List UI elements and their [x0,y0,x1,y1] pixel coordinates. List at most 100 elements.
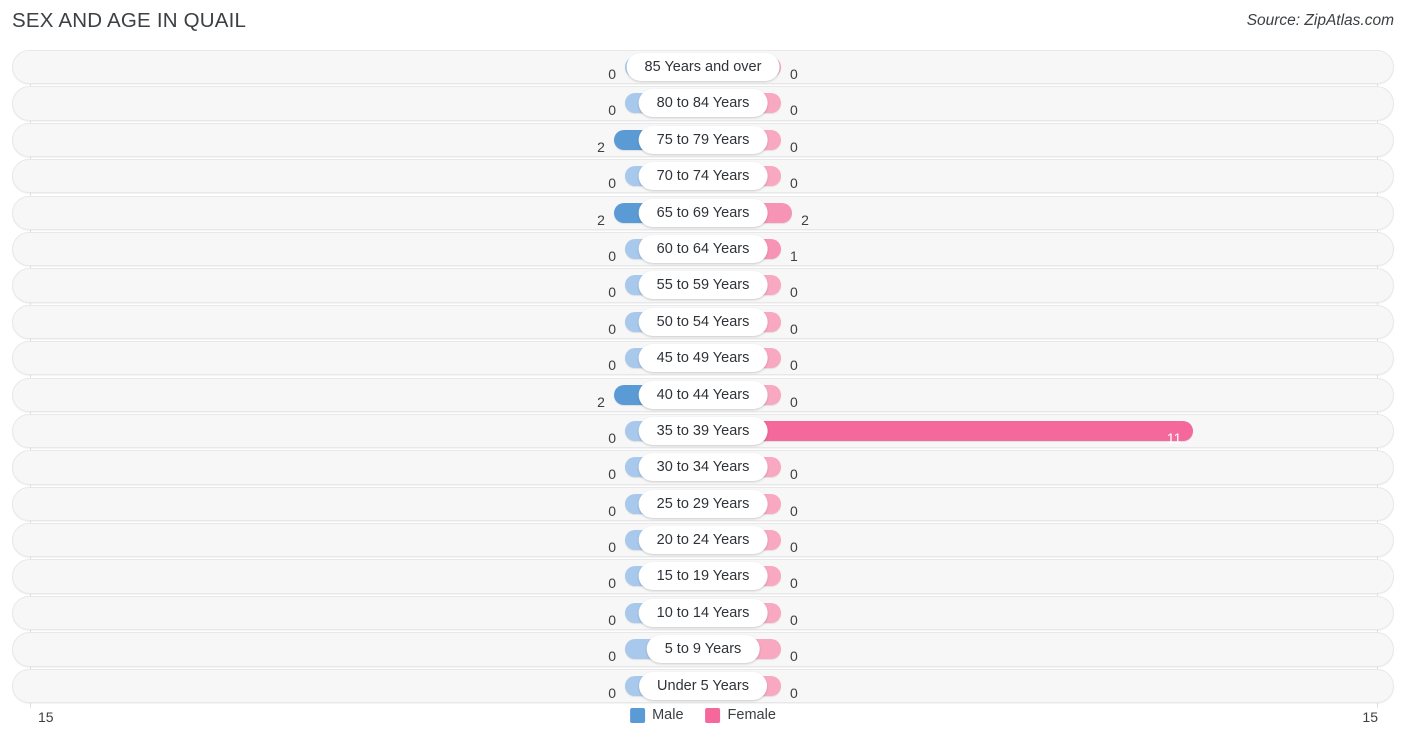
source-attribution: Source: ZipAtlas.com [1246,12,1394,29]
age-group-label: 10 to 14 Years [638,598,768,627]
age-group-row: 0 0 25 to 29 Years [0,486,1406,521]
female-bar-track: 0 [703,675,1371,701]
age-group-label: 85 Years and over [626,53,780,81]
female-bar-track: 0 [703,129,1371,155]
male-bar-track: 0 [35,602,703,628]
male-value-label: 0 [608,429,616,446]
male-color-swatch [630,707,646,723]
male-bar-track: 0 [35,166,703,191]
age-group-row: 0 0 80 to 84 Years [0,86,1406,121]
age-group-row: 0 1 60 to 64 Years [0,231,1406,267]
male-bar-track: 0 [35,238,703,264]
female-value-label: 0 [790,611,798,628]
female-bar-track: 0 [703,566,1371,591]
age-group-row: 0 0 85 Years and over [0,50,1406,85]
male-value-label: 2 [597,211,605,228]
chart-page: SEX AND AGE IN QUAIL Source: ZipAtlas.co… [0,0,1406,741]
legend-item-male[interactable]: Male [630,707,684,723]
axis-max-left: 15 [38,709,54,725]
male-bar-track: 0 [35,311,703,337]
age-group-label: 55 to 59 Years [638,271,768,300]
female-bar-track: 0 [703,166,1371,191]
female-value-label: 0 [790,175,798,192]
female-bar-track: 0 [703,93,1371,118]
male-value-label: 0 [608,320,616,337]
male-bar-track: 0 [35,457,703,482]
male-value-label: 0 [608,66,616,82]
male-bar-track: 0 [35,639,703,664]
female-value-label: 11 [1166,429,1182,446]
male-bar-track: 0 [35,675,703,701]
axis-max-right: 15 [1362,709,1378,725]
male-value-label: 0 [608,611,616,628]
male-value-label: 0 [608,684,616,701]
female-bar-track: 0 [703,457,1371,482]
age-group-row: 2 0 40 to 44 Years [0,377,1406,412]
age-group-row: 2 2 65 to 69 Years [0,195,1406,230]
legend-label-female: Female [727,707,776,723]
male-bar-track: 0 [35,57,703,82]
age-group-label: 25 to 29 Years [638,489,768,518]
male-bar-track: 0 [35,420,703,446]
male-value-label: 0 [608,502,616,519]
age-group-label: 75 to 79 Years [638,125,768,154]
male-value-label: 0 [608,175,616,192]
male-value-label: 0 [608,284,616,301]
female-bar-track: 11 [703,420,1371,446]
age-group-label: 40 to 44 Years [638,380,768,409]
age-group-label: 65 to 69 Years [638,198,768,227]
female-bar-track: 0 [703,311,1371,337]
age-group-row: 0 0 10 to 14 Years [0,595,1406,631]
age-group-label: 60 to 64 Years [638,234,768,263]
male-value-label: 0 [608,575,616,592]
female-bar-track: 0 [703,384,1371,410]
male-bar-track: 0 [35,275,703,300]
age-group-row: 0 0 50 to 54 Years [0,304,1406,340]
female-value-label: 0 [790,575,798,592]
age-group-label: 5 to 9 Years [646,635,760,664]
page-title: SEX AND AGE IN QUAIL [12,9,247,32]
female-value-label: 0 [790,502,798,519]
male-bar-track: 2 [35,202,703,228]
legend-item-female[interactable]: Female [705,707,776,723]
age-group-row: 0 0 15 to 19 Years [0,559,1406,594]
age-group-row: 0 0 20 to 24 Years [0,523,1406,558]
female-value-label: 0 [790,138,798,155]
male-bar-track: 2 [35,384,703,410]
female-bar-track: 0 [703,57,1371,82]
male-value-label: 0 [608,357,616,374]
age-group-row: 0 0 30 to 34 Years [0,450,1406,485]
age-group-row: 0 0 Under 5 Years [0,668,1406,703]
age-group-row: 0 0 55 to 59 Years [0,268,1406,303]
female-value-label: 0 [790,648,798,665]
male-bar-track: 0 [35,493,703,519]
male-value-label: 0 [608,102,616,119]
female-value-label: 2 [801,211,809,228]
male-bar-track: 0 [35,93,703,118]
chart-rows: 0 0 85 Years and over 0 0 80 to 84 Years 2 0 75 … [0,50,1406,705]
female-value-label: 0 [790,320,798,337]
female-value-label: 0 [790,66,798,82]
age-group-row: 0 0 70 to 74 Years [0,159,1406,194]
age-group-label: 20 to 24 Years [638,526,768,555]
female-bar-track: 0 [703,530,1371,555]
male-bar-track: 0 [35,348,703,373]
female-value-label: 0 [790,393,798,410]
female-bar[interactable] [703,420,1193,441]
female-bar-track: 0 [703,348,1371,373]
female-color-swatch [705,707,721,723]
female-value-label: 0 [790,466,798,483]
age-group-label: 80 to 84 Years [638,89,768,118]
male-bar-track: 2 [35,129,703,155]
population-pyramid-plot: 0 0 85 Years and over 0 0 80 to 84 Years 2 0 75 … [0,50,1406,708]
age-group-row: 0 0 45 to 49 Years [0,341,1406,376]
male-value-label: 0 [608,648,616,665]
female-value-label: 0 [790,539,798,556]
age-group-label: 30 to 34 Years [638,453,768,482]
female-value-label: 0 [790,284,798,301]
female-bar-track: 0 [703,602,1371,628]
age-group-row: 2 0 75 to 79 Years [0,122,1406,158]
female-bar-track: 1 [703,238,1371,264]
age-group-label: 15 to 19 Years [638,562,768,591]
age-group-label: 35 to 39 Years [638,416,768,445]
